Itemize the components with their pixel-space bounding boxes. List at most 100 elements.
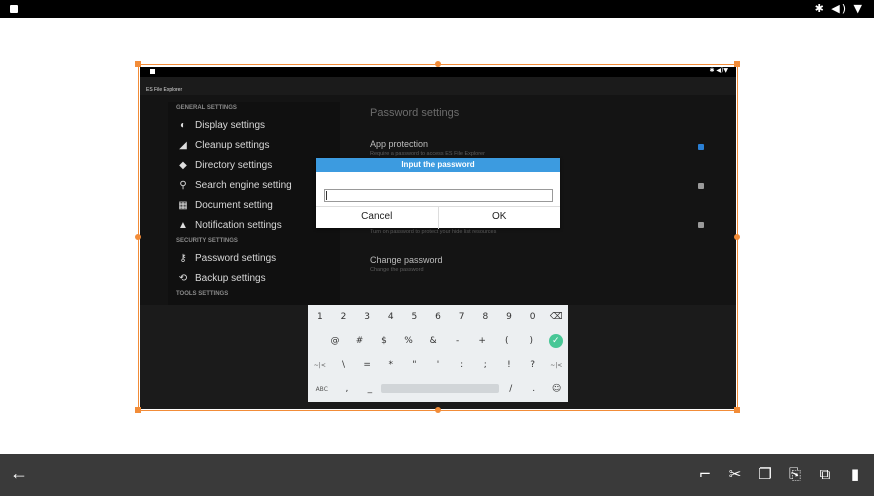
key-semicolon[interactable]: ; xyxy=(473,360,497,370)
delete-icon[interactable]: ▮ xyxy=(846,464,864,484)
resize-handle-right[interactable] xyxy=(734,234,740,240)
nav-label: Display settings xyxy=(195,119,266,131)
key-5[interactable]: 5 xyxy=(403,312,427,322)
key-dot[interactable]: . xyxy=(522,384,545,394)
key-7[interactable]: 7 xyxy=(450,312,474,322)
keyboard-row-2: @ # $ % & - + ( ) ✓ xyxy=(308,330,568,352)
password-dialog: Input the password Cancel OK xyxy=(316,158,560,229)
nav-backup-settings[interactable]: ⟲ Backup settings xyxy=(168,268,340,288)
ok-button[interactable]: OK xyxy=(439,207,561,229)
key-comma[interactable]: , xyxy=(335,384,358,394)
space-key[interactable] xyxy=(381,384,500,394)
option-title: App protection xyxy=(370,139,429,149)
key-slash[interactable]: / xyxy=(499,384,522,394)
key-4[interactable]: 4 xyxy=(379,312,403,322)
dialog-buttons: Cancel OK xyxy=(316,206,560,229)
emoji-icon[interactable]: ☺ xyxy=(545,384,568,394)
key-ampersand[interactable]: & xyxy=(421,336,446,346)
option2-checkbox[interactable] xyxy=(698,183,704,189)
key-percent[interactable]: % xyxy=(396,336,421,346)
key-question[interactable]: ? xyxy=(521,360,545,370)
done-key[interactable]: ✓ xyxy=(544,334,569,348)
backspace-icon[interactable]: ⌫ xyxy=(544,312,568,322)
resize-handle-left[interactable] xyxy=(135,234,141,240)
key-underscore[interactable]: _ xyxy=(358,384,381,394)
cancel-button[interactable]: Cancel xyxy=(316,207,439,229)
hide-list-checkbox[interactable] xyxy=(698,222,704,228)
nav-notification-settings[interactable]: ▲ Notification settings xyxy=(168,215,340,235)
option-subtitle: Change the password xyxy=(370,267,424,273)
key-dollar[interactable]: $ xyxy=(372,336,397,346)
option-title: Change password xyxy=(370,255,443,265)
key-equals[interactable]: = xyxy=(355,360,379,370)
key-colon[interactable]: : xyxy=(450,360,474,370)
key-double-quote[interactable]: " xyxy=(403,360,427,370)
nav-directory-settings[interactable]: ◆ Directory settings xyxy=(168,155,340,175)
resize-handle-top-left[interactable] xyxy=(135,61,141,67)
key-close-paren[interactable]: ) xyxy=(519,336,544,346)
nav-cleanup-settings[interactable]: ◢ Cleanup settings xyxy=(168,135,340,155)
bell-icon: ▲ xyxy=(178,219,188,231)
nav-label: Password settings xyxy=(195,252,277,264)
pane-title: Password settings xyxy=(370,107,460,119)
book-icon: ▦ xyxy=(178,199,188,211)
app-protection-option[interactable]: App protection Require a password to acc… xyxy=(370,139,485,157)
key-at[interactable]: @ xyxy=(323,336,348,346)
status-icons: ✱ ◀) ▼ xyxy=(814,2,864,15)
cut-icon[interactable]: ✂ xyxy=(726,464,744,484)
screenshot-status-icons: ✱ ◀)▼ xyxy=(709,67,728,74)
nav-label: Cleanup settings xyxy=(195,139,270,151)
key-icon: ⚷ xyxy=(179,252,187,264)
key-1[interactable]: 1 xyxy=(308,312,332,322)
key-3[interactable]: 3 xyxy=(355,312,379,322)
section-security: SECURITY SETTINGS xyxy=(176,238,238,244)
broom-icon: ◢ xyxy=(179,139,187,151)
app-protection-checkbox[interactable] xyxy=(698,144,704,150)
option-subtitle: Turn on password to protect your hide li… xyxy=(370,229,497,235)
key-open-paren[interactable]: ( xyxy=(494,336,519,346)
key-exclamation[interactable]: ! xyxy=(497,360,521,370)
nav-document-setting[interactable]: ▦ Document setting xyxy=(168,195,340,215)
symbols-shift-key-right[interactable]: ~|< xyxy=(544,362,568,369)
nav-label: Document setting xyxy=(195,199,273,211)
key-6[interactable]: 6 xyxy=(426,312,450,322)
resize-handle-bottom-right[interactable] xyxy=(734,407,740,413)
screenshot-status-bar: ✱ ◀)▼ xyxy=(140,67,736,77)
key-minus[interactable]: - xyxy=(445,336,470,346)
notification-icon xyxy=(10,5,18,13)
resize-handle-bottom[interactable] xyxy=(435,407,441,413)
bottom-toolbar: ← ⌐ ✂ ❐ ⎘ ⧉ ▮ xyxy=(0,454,874,496)
app-title: ES File Explorer xyxy=(146,87,183,93)
key-9[interactable]: 9 xyxy=(497,312,521,322)
key-hash[interactable]: # xyxy=(347,336,372,346)
copy-icon[interactable]: ❐ xyxy=(756,464,774,484)
paste-icon[interactable]: ⎘ xyxy=(786,464,804,484)
symbols-shift-key[interactable]: ~|< xyxy=(308,362,332,369)
back-arrow-icon[interactable]: ← xyxy=(10,463,28,484)
check-icon: ✓ xyxy=(548,334,563,348)
key-asterisk[interactable]: * xyxy=(379,360,403,370)
keyboard-row-3: ~|< \ = * " ' : ; ! ? ~|< xyxy=(308,354,568,376)
option-subtitle: Require a password to access ES File Exp… xyxy=(370,151,485,157)
text-caret xyxy=(326,191,327,200)
key-0[interactable]: 0 xyxy=(521,312,545,322)
resize-handle-top-right[interactable] xyxy=(734,61,740,67)
resize-handle-top[interactable] xyxy=(435,61,441,67)
restore-icon: ⟲ xyxy=(178,272,188,284)
key-plus[interactable]: + xyxy=(470,336,495,346)
key-2[interactable]: 2 xyxy=(332,312,356,322)
nav-search-engine-setting[interactable]: ⚲ Search engine setting xyxy=(168,175,340,195)
password-input[interactable] xyxy=(324,189,553,202)
key-8[interactable]: 8 xyxy=(473,312,497,322)
nav-password-settings[interactable]: ⚷ Password settings xyxy=(168,248,340,268)
nav-label: Directory settings xyxy=(195,159,273,171)
change-password-option[interactable]: Change password Change the password xyxy=(370,255,443,273)
section-tools: TOOLS SETTINGS xyxy=(176,291,229,297)
resize-handle-bottom-left[interactable] xyxy=(135,407,141,413)
nav-display-settings[interactable]: ◐ Display settings xyxy=(168,115,340,135)
abc-key[interactable]: ABC xyxy=(308,386,335,393)
duplicate-icon[interactable]: ⧉ xyxy=(816,464,834,484)
key-backslash[interactable]: \ xyxy=(332,360,356,370)
crop-icon[interactable]: ⌐ xyxy=(696,464,714,484)
key-single-quote[interactable]: ' xyxy=(426,360,450,370)
